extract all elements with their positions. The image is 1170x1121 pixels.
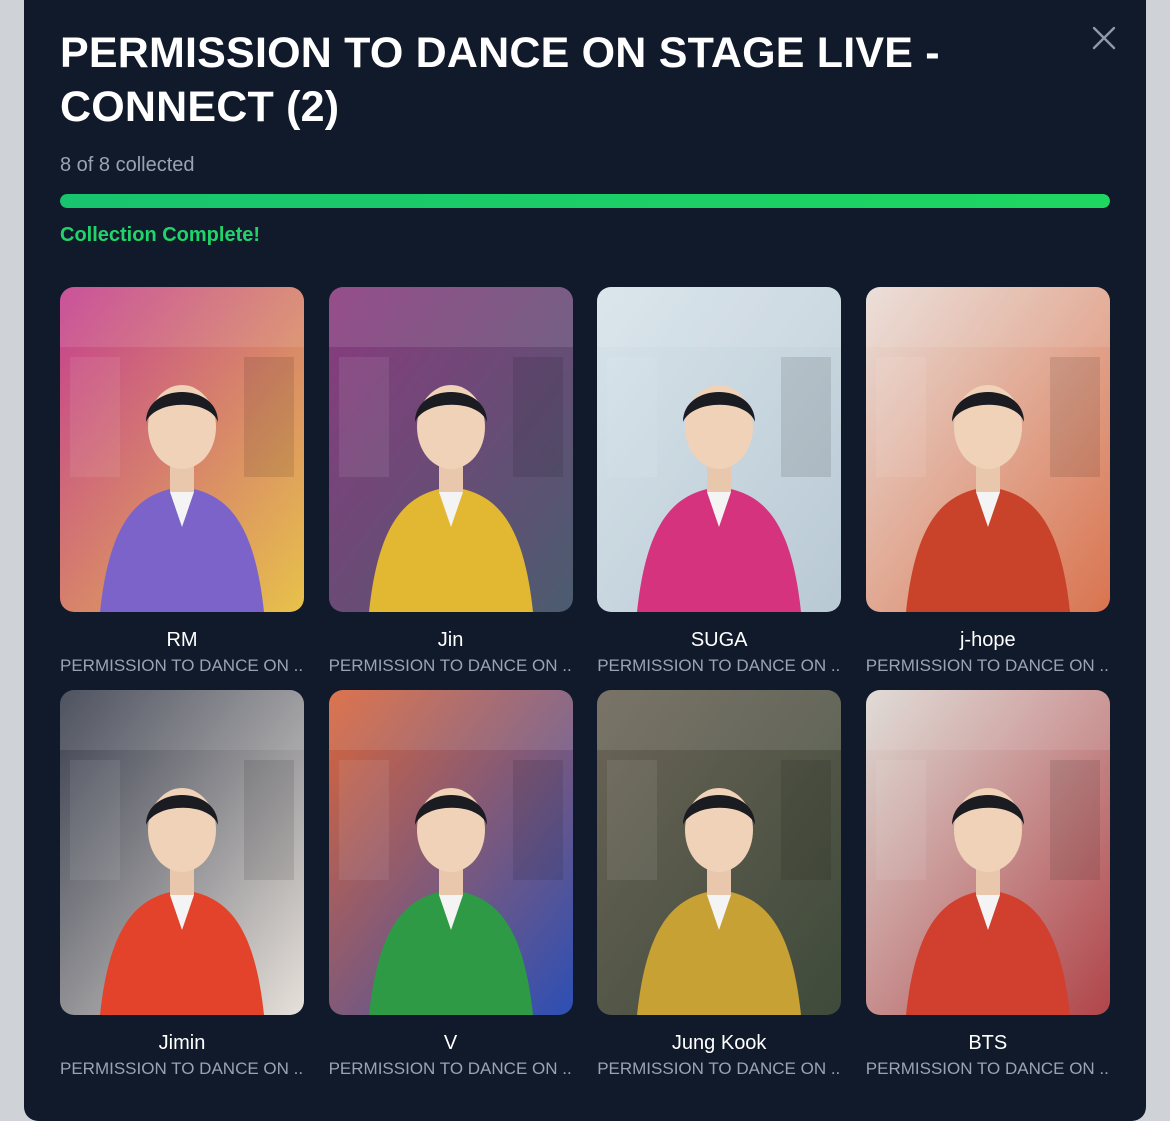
modal-title: PERMISSION TO DANCE ON STAGE LIVE - CONN… bbox=[60, 29, 940, 131]
card-grid: RM PERMISSION TO DANCE ON ... Jin PERMISSIO… bbox=[60, 287, 1110, 1080]
photocard[interactable]: Jimin PERMISSION TO DANCE ON ... bbox=[60, 690, 304, 1080]
photocard[interactable]: RM PERMISSION TO DANCE ON ... bbox=[60, 287, 304, 677]
photocard-image bbox=[60, 690, 304, 1015]
photocard-name: V bbox=[443, 1032, 458, 1054]
collection-progress-bar bbox=[60, 194, 1110, 208]
photocard-image bbox=[328, 690, 573, 1015]
photocard-subtitle: PERMISSION TO DANCE ON ... bbox=[597, 656, 842, 675]
photocard-name: Jimin bbox=[158, 1032, 206, 1054]
collection-status: Collection Complete! bbox=[60, 224, 261, 246]
photocard[interactable]: V PERMISSION TO DANCE ON ... bbox=[328, 690, 573, 1080]
photocard-name: SUGA bbox=[690, 629, 748, 651]
photocard-image bbox=[865, 690, 1110, 1015]
collected-count: 8 of 8 collected bbox=[60, 154, 195, 176]
photocard-image bbox=[60, 287, 304, 612]
photocard-name: Jung Kook bbox=[671, 1032, 767, 1054]
photocard-subtitle: PERMISSION TO DANCE ON ... bbox=[60, 1059, 304, 1078]
photocard-image bbox=[597, 287, 842, 612]
photocard[interactable]: Jin PERMISSION TO DANCE ON ... bbox=[328, 287, 573, 677]
photocard-subtitle: PERMISSION TO DANCE ON ... bbox=[597, 1059, 842, 1078]
photocard-subtitle: PERMISSION TO DANCE ON ... bbox=[328, 1059, 573, 1078]
photocard-image bbox=[597, 690, 842, 1015]
photocard-name: BTS bbox=[968, 1032, 1008, 1054]
collection-modal: PERMISSION TO DANCE ON STAGE LIVE - CONN… bbox=[24, 0, 1146, 1121]
photocard-name: Jin bbox=[437, 629, 464, 651]
photocard[interactable]: j-hope PERMISSION TO DANCE ON ... bbox=[865, 287, 1110, 677]
photocard[interactable]: BTS PERMISSION TO DANCE ON ... bbox=[865, 690, 1110, 1080]
photocard-name: j-hope bbox=[959, 629, 1016, 651]
photocard-image bbox=[865, 287, 1110, 612]
close-icon[interactable] bbox=[1088, 22, 1120, 54]
progress-fill bbox=[60, 194, 1110, 208]
photocard-image bbox=[328, 287, 573, 612]
photocard-subtitle: PERMISSION TO DANCE ON ... bbox=[865, 656, 1110, 675]
photocard-subtitle: PERMISSION TO DANCE ON ... bbox=[865, 1059, 1110, 1078]
photocard-subtitle: PERMISSION TO DANCE ON ... bbox=[60, 656, 304, 675]
photocard[interactable]: SUGA PERMISSION TO DANCE ON ... bbox=[597, 287, 842, 677]
photocard-subtitle: PERMISSION TO DANCE ON ... bbox=[328, 656, 573, 675]
photocard[interactable]: Jung Kook PERMISSION TO DANCE ON ... bbox=[597, 690, 842, 1080]
photocard-name: RM bbox=[166, 629, 198, 651]
